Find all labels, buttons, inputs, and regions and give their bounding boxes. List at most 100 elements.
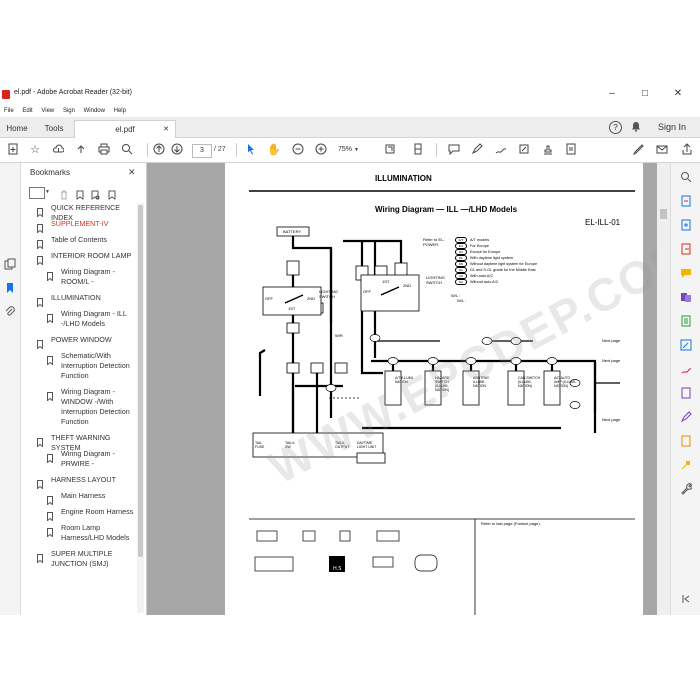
send-for-signature-icon[interactable] (679, 411, 693, 425)
maximize-button[interactable]: □ (631, 86, 659, 102)
zoom-search-icon[interactable] (679, 171, 693, 185)
bookmark-item[interactable]: ILLUMINATION (21, 293, 136, 308)
help-icon[interactable]: ? (609, 121, 622, 134)
search-icon[interactable] (120, 143, 134, 157)
bookmark-item[interactable]: INTERIOR ROOM LAMP (21, 251, 136, 266)
page-down-icon[interactable] (170, 143, 184, 157)
upload-icon[interactable] (74, 143, 88, 157)
notification-bell-icon[interactable] (631, 121, 641, 134)
document-scrollbar[interactable] (657, 163, 670, 615)
comment-tool-icon[interactable] (679, 267, 693, 281)
organize-pages-icon[interactable] (679, 291, 693, 305)
legend-text: For Europe (470, 244, 489, 248)
bookmark-star-icon[interactable]: ☆ (28, 143, 42, 157)
bookmark-label: Main Harness (61, 491, 106, 500)
document-scrollbar-thumb[interactable] (660, 209, 667, 219)
stamp-tool-icon[interactable] (679, 459, 693, 473)
zoom-out-icon[interactable] (291, 143, 305, 157)
left-nav-rail (0, 163, 21, 615)
menu-view[interactable]: View (41, 105, 54, 117)
menu-edit[interactable]: Edit (22, 105, 32, 117)
bookmark-item[interactable]: Main Harness (21, 491, 136, 506)
attachments-icon[interactable] (4, 305, 16, 317)
zoom-level-select[interactable]: 75% ▼ (338, 144, 366, 156)
tab-close-icon[interactable]: ✕ (163, 121, 169, 138)
doc-diagram-title: Wiring Diagram — ILL —/LHD Models (375, 205, 518, 214)
minimize-button[interactable]: – (598, 86, 626, 102)
legend-code: NA (455, 279, 467, 285)
menu-file[interactable]: File (4, 105, 14, 117)
title-bar: el.pdf - Adobe Acrobat Reader (32-bit) –… (0, 85, 700, 105)
bookmark-item[interactable]: THEFT WARNING SYSTEM (21, 433, 136, 452)
create-pdf-tool-icon[interactable] (679, 195, 693, 209)
bookmark-item[interactable]: HARNESS LAYOUT (21, 475, 136, 490)
highlight-pen-icon[interactable] (470, 143, 484, 157)
bookmark-icon (37, 236, 43, 250)
create-pdf-icon[interactable] (6, 143, 20, 157)
menu-help[interactable]: Help (114, 105, 126, 117)
bookmarks-panel-icon[interactable] (4, 281, 16, 293)
new-bookmark-icon[interactable] (75, 187, 87, 200)
protect-pdf-icon[interactable] (679, 387, 693, 401)
fill-sign-tool-icon[interactable] (679, 363, 693, 377)
share-tool-icon[interactable] (679, 435, 693, 449)
acrobat-window: el.pdf - Adobe Acrobat Reader (32-bit) –… (0, 85, 700, 615)
tab-document[interactable]: el.pdf ✕ (74, 120, 176, 138)
print-icon[interactable] (97, 143, 111, 157)
bookmark-item[interactable]: POWER WINDOW (21, 335, 136, 350)
document-viewport[interactable]: H.S ILLUMINATION Wiring Diagram — ILL —/… (147, 163, 700, 615)
hand-tool-icon[interactable]: ✋ (267, 143, 281, 157)
tab-tools[interactable]: Tools (36, 120, 72, 137)
draw-icon[interactable] (494, 143, 508, 157)
refer-power-note: Refer to EL-POWER. (423, 237, 445, 247)
delete-bookmark-icon[interactable] (59, 187, 71, 200)
bookmark-scrollbar[interactable] (137, 203, 144, 613)
find-bookmark-icon[interactable] (90, 187, 102, 200)
scroll-mode-icon[interactable] (411, 143, 425, 157)
expand-bookmark-icon[interactable] (107, 187, 119, 200)
sign-pen-icon[interactable] (632, 143, 646, 157)
bookmark-options-chevron-icon[interactable]: ▼ (45, 189, 50, 195)
footer-reference: Refer to last page (Foldout page). (481, 521, 541, 526)
edit-pdf-icon[interactable] (679, 339, 693, 353)
collapse-rail-icon[interactable] (679, 593, 693, 607)
share-icon[interactable] (680, 143, 694, 157)
fit-page-icon[interactable] (383, 143, 397, 157)
bookmarks-close-icon[interactable]: ✕ (128, 167, 136, 178)
bookmark-item[interactable]: Room Lamp Harness/LHD Models (21, 523, 136, 543)
fill-sign-icon[interactable] (517, 143, 531, 157)
bookmark-item[interactable]: Table of Contents (21, 235, 136, 250)
stamp-icon[interactable] (541, 143, 555, 157)
comment-icon[interactable] (447, 143, 461, 157)
pages-thumbnail-icon[interactable] (4, 257, 16, 270)
zoom-in-icon[interactable] (314, 143, 328, 157)
bookmark-scrollbar-thumb[interactable] (138, 205, 143, 557)
menu-window[interactable]: Window (84, 105, 105, 117)
bookmark-options-icon[interactable] (29, 187, 45, 199)
email-icon[interactable] (655, 143, 669, 157)
more-tools-icon[interactable] (564, 143, 578, 157)
close-window-button[interactable]: ✕ (664, 86, 692, 102)
more-tools-wrench-icon[interactable] (679, 483, 693, 497)
bookmark-item[interactable]: SUPER MULTIPLE JUNCTION (SMJ) (21, 549, 136, 569)
bookmark-item[interactable]: QUICK REFERENCE INDEX (21, 203, 136, 222)
sign-in-link[interactable]: Sign In (658, 122, 686, 132)
select-cursor-icon[interactable] (244, 143, 258, 157)
export-pdf-icon[interactable] (679, 243, 693, 257)
menu-sign[interactable]: Sign (63, 105, 75, 117)
bookmark-item[interactable]: Schematic/With Interruption Detection Fu… (21, 351, 136, 381)
page-up-icon[interactable] (152, 143, 166, 157)
bookmark-item[interactable]: Wiring Diagram - ILL -/LHD Models (21, 309, 136, 329)
scan-ocr-icon[interactable] (679, 315, 693, 329)
combine-files-icon[interactable] (679, 219, 693, 233)
bookmark-item[interactable]: Wiring Diagram - PRWIRE - (21, 449, 136, 469)
wire-color-label: W/R (335, 333, 343, 338)
bookmark-item[interactable]: Engine Room Harness (21, 507, 136, 522)
upload-cloud-icon[interactable] (51, 143, 65, 157)
bookmark-item[interactable]: Wiring Diagram - WINDOW -/With Interrupt… (21, 387, 136, 427)
tab-home[interactable]: Home (0, 120, 34, 137)
bookmark-item[interactable]: SUPPLEMENT-IV (21, 219, 136, 234)
legend-text: Except for Europe (470, 250, 501, 254)
bookmark-item[interactable]: Wiring Diagram - ROOM/L - (21, 267, 136, 287)
page-number-input[interactable]: 3 (192, 144, 212, 158)
